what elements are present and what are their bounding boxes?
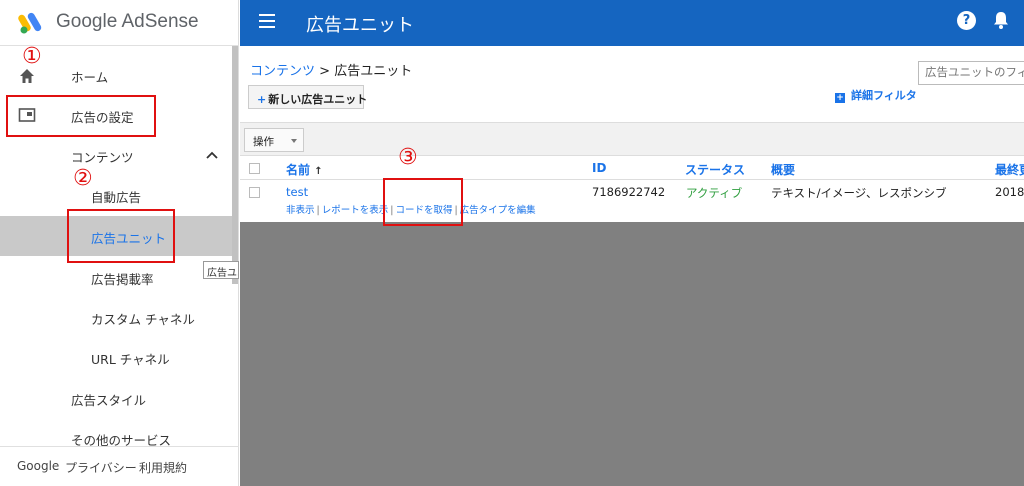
sidebar-item-ad-styles[interactable]: 広告スタイル [0,378,232,418]
overlay-area [240,222,1024,486]
breadcrumb-separator: > [315,64,335,79]
ad-unit-summary: テキスト/イメージ、レスポンシブ [771,186,947,200]
new-ad-unit-button[interactable]: + 新しい広告ユニット [248,85,368,109]
status-badge: アクティブ [686,186,743,200]
breadcrumb-current: 広告ユニット [334,64,413,79]
new-ad-unit-label: 新しい広告ユニット [268,93,368,106]
column-name-label: 名前 [286,163,311,177]
breadcrumb-content-link[interactable]: コンテンツ [250,64,315,79]
table-toolbar: 操作 [240,122,1024,156]
top-app-bar: 広告ユニット ? [240,0,1024,46]
annotation-number-1: ① [22,44,42,69]
column-id[interactable]: ID [592,161,606,175]
sidebar-scrollbar[interactable] [232,46,238,284]
actions-dropdown[interactable]: 操作 [244,128,304,152]
sidebar-item-custom-channels[interactable]: カスタム チャネル [0,297,232,337]
sidebar-item-label: ホーム [71,70,109,85]
help-icon[interactable]: ? [957,11,976,30]
annotation-box-1 [6,95,156,137]
select-all-checkbox[interactable] [249,163,260,174]
sidebar-item-label: 広告掲載率 [91,272,154,287]
annotation-number-2: ② [73,166,93,191]
adsense-logo-icon [18,12,42,34]
footer-terms-link[interactable]: 利用規約 [139,459,187,476]
plus-icon: + [257,93,267,106]
breadcrumb: コンテンツ > 広告ユニット [250,60,412,79]
caret-down-icon [291,139,297,143]
sidebar-item-content[interactable]: コンテンツ [0,135,232,175]
advanced-filter-link[interactable]: + 詳細フィルタ [835,87,917,103]
chevron-up-icon [206,151,218,159]
plus-box-icon: + [835,93,845,103]
annotation-box-3 [383,178,463,226]
sidebar-item-label: 自動広告 [91,190,142,205]
main-content: コンテンツ > 広告ユニット +新しい広告ユニット +詳細フィルタ 操作 名前 … [240,46,1024,486]
tooltip: 広告ユニット [203,261,239,279]
ad-unit-id: 7186922742 [592,185,666,199]
sort-arrow-icon: ↑ [314,166,323,177]
view-report-link[interactable]: レポートを表示 [322,205,389,216]
sidebar-item-label: コンテンツ [71,150,134,165]
advanced-filter-label: 詳細フィルタ [851,89,917,102]
home-icon [20,69,34,83]
column-summary[interactable]: 概要 [771,161,795,178]
actions-label: 操作 [253,136,274,148]
sidebar-item-label: 広告スタイル [71,393,147,408]
annotation-number-3: ③ [398,145,418,170]
ad-unit-updated: 2018/ [995,185,1024,199]
row-checkbox[interactable] [249,187,260,198]
page-title: 広告ユニット [306,15,414,36]
column-name[interactable]: 名前 ↑ [286,161,323,178]
footer-google: Google [17,459,60,473]
footer-privacy-link[interactable]: プライバシー [65,459,137,476]
bell-icon[interactable] [992,10,1010,30]
sidebar-item-label: カスタム チャネル [91,312,195,327]
sidebar-item-url-channels[interactable]: URL チャネル [0,337,232,377]
annotation-box-2 [67,209,175,263]
table-header: 名前 ↑ ID ステータス 概要 最終更新 [240,156,1024,180]
sidebar-item-label: URL チャネル [91,352,170,367]
sidebar-item-coverage[interactable]: 広告掲載率 [0,257,232,297]
hide-link[interactable]: 非表示 [286,205,315,216]
adsense-logo[interactable]: Google AdSense [0,0,239,46]
edit-ad-type-link[interactable]: 広告タイプを編集 [460,205,536,216]
ad-unit-name-link[interactable]: test [286,185,308,199]
menu-icon[interactable] [259,14,275,28]
column-status[interactable]: ステータス [685,161,745,178]
sidebar-footer: Google プライバシー 利用規約 [0,446,239,486]
column-last-modified[interactable]: 最終更新 [995,161,1024,178]
brand-name: Google AdSense [56,11,199,32]
table-row: test 7186922742 アクティブ テキスト/イメージ、レスポンシブ 2… [240,180,1024,222]
ad-unit-filter-input[interactable] [918,61,1024,85]
